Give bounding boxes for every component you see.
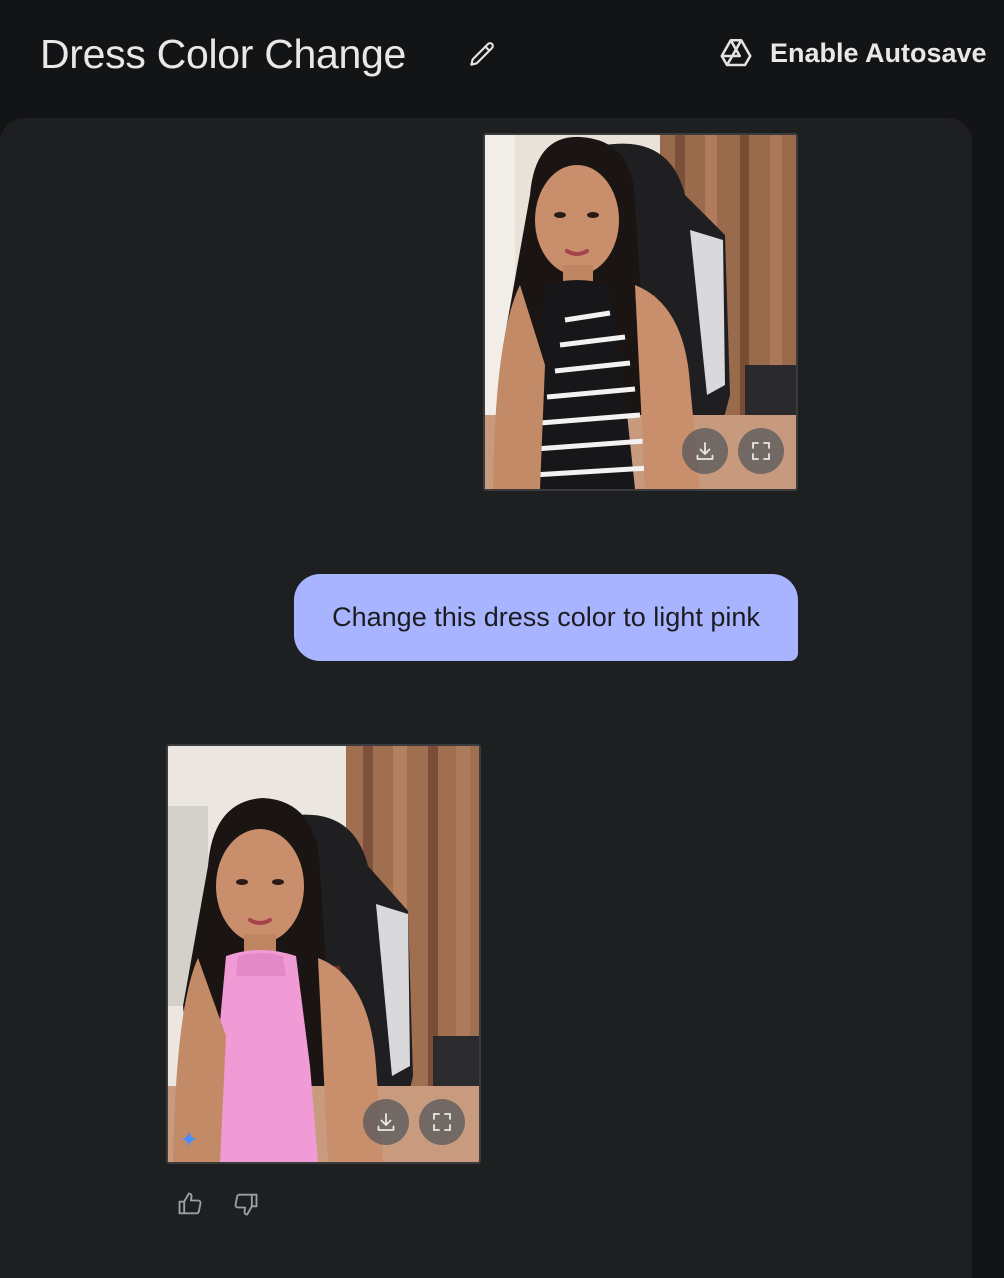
fullscreen-icon bbox=[752, 442, 770, 460]
download-button[interactable] bbox=[682, 428, 728, 474]
chat-title: Dress Color Change bbox=[40, 31, 407, 77]
uploaded-photo[interactable] bbox=[483, 133, 798, 491]
thumbs-down-button[interactable] bbox=[230, 1188, 262, 1220]
photo-pink-top bbox=[168, 746, 479, 1162]
generated-photo[interactable] bbox=[166, 744, 481, 1164]
thumbs-down-icon bbox=[234, 1193, 258, 1216]
thumbs-up-button[interactable] bbox=[174, 1188, 206, 1220]
enable-autosave-button[interactable]: Enable Autosave bbox=[716, 30, 987, 76]
download-icon bbox=[377, 1113, 395, 1131]
fullscreen-icon bbox=[433, 1113, 451, 1131]
top-bar: Dress Color Change Enable Autosave bbox=[0, 0, 1004, 110]
download-button[interactable] bbox=[363, 1099, 409, 1145]
user-message-bubble: Change this dress color to light pink bbox=[294, 574, 798, 661]
download-icon bbox=[696, 442, 714, 460]
thumbs-up-icon bbox=[178, 1192, 202, 1215]
autosave-label: Enable Autosave bbox=[770, 37, 987, 68]
fullscreen-button[interactable] bbox=[738, 428, 784, 474]
google-drive-icon bbox=[716, 33, 756, 73]
gemini-spark-icon bbox=[180, 1130, 198, 1148]
panel-gutter bbox=[972, 118, 1004, 1244]
fullscreen-button[interactable] bbox=[419, 1099, 465, 1145]
edit-title-button[interactable] bbox=[462, 36, 502, 72]
pencil-icon bbox=[470, 42, 494, 66]
user-message-text: Change this dress color to light pink bbox=[332, 602, 760, 632]
